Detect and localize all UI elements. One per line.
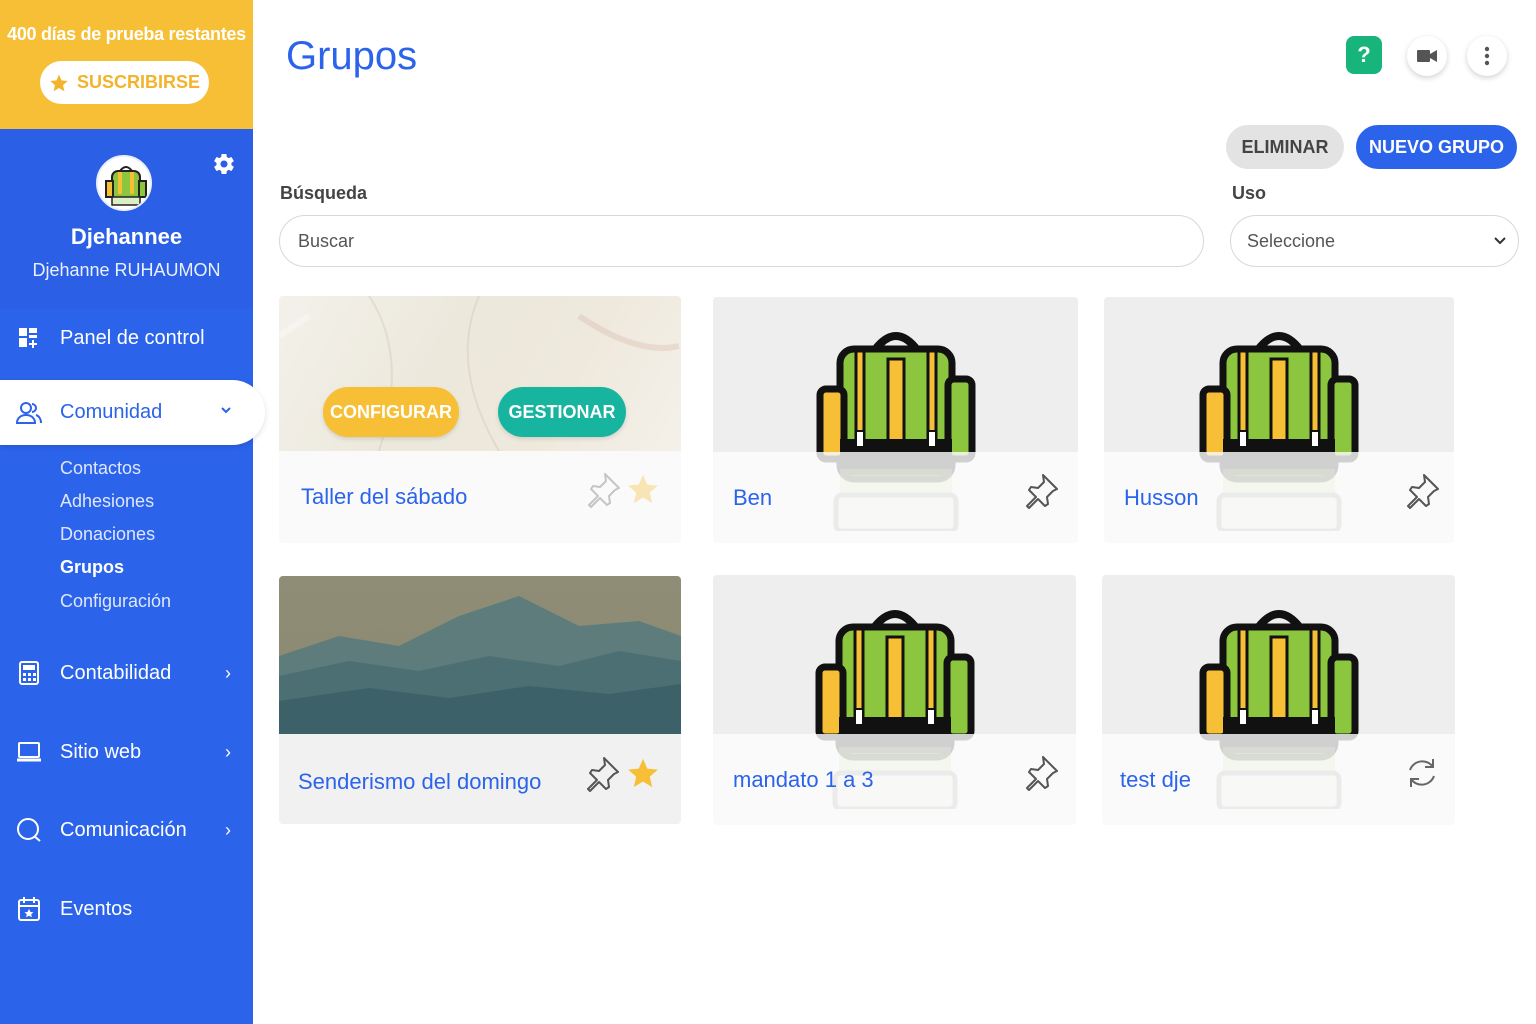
subnav-contactos[interactable]: Contactos [60,458,141,479]
users-icon [16,400,42,426]
pin-icon[interactable] [1021,753,1061,793]
nav-item-contabilidad[interactable]: Contabilidad › [0,645,253,701]
help-label: ? [1357,42,1371,67]
chevron-right-icon: › [225,741,231,762]
trial-banner: 400 días de prueba restantes SUSCRIBIRSE [0,0,253,129]
laptop-icon [16,739,42,765]
profile-name: Djehannee [70,224,183,249]
trial-message: 400 días de prueba restantes [7,24,246,44]
subnav-grupos[interactable]: Grupos [60,557,124,578]
nav-label-comunicacion: Comunicación [60,818,187,841]
nav-label-panel: Panel de control [60,326,205,349]
group-card[interactable]: CONFIGURAR GESTIONAR Taller del sábado [279,296,681,543]
manage-button[interactable]: GESTIONAR [498,387,626,437]
search-label: Búsqueda [280,183,368,203]
pin-icon[interactable] [1402,471,1442,511]
uso-select[interactable]: Seleccione [1230,215,1519,267]
uso-select-value: Seleccione [1247,230,1336,251]
group-card[interactable]: mandato 1 a 3 [713,575,1076,825]
group-card[interactable]: test dje [1102,575,1455,825]
sidebar: 400 días de prueba restantes SUSCRIBIRSE [0,0,265,1024]
nav-label-contabilidad: Contabilidad [60,661,172,684]
mountain-landscape-image [279,596,681,734]
subnav-adhesiones[interactable]: Adhesiones [60,491,154,512]
group-card-title: test dje [1120,767,1191,792]
dashboard-icon [16,325,42,351]
group-card[interactable]: Senderismo del domingo [279,576,681,824]
more-vertical-icon [1484,46,1490,66]
nav-label-comunidad: Comunidad [60,401,163,423]
group-card-title: Husson [1124,485,1199,510]
delete-button[interactable]: ELIMINAR [1226,125,1344,169]
subnav-donaciones[interactable]: Donaciones [60,524,155,545]
configure-button[interactable]: CONFIGURAR [323,387,459,437]
profile-full-name: Djehanne RUHAUMON [32,260,221,280]
calculator-icon [16,660,42,686]
star-favorite-icon[interactable] [626,756,660,790]
group-card-title: Senderismo del domingo [298,769,542,794]
nav-item-panel[interactable]: Panel de control [0,310,253,366]
pin-icon[interactable] [1021,471,1061,511]
avatar[interactable] [96,155,152,211]
new-group-button[interactable]: NUEVO GRUPO [1356,125,1517,169]
star-favorite-icon[interactable] [626,472,660,506]
nav-item-comunidad[interactable]: Comunidad [0,380,265,445]
group-card[interactable]: Ben [713,297,1078,543]
calendar-icon [16,896,42,922]
backpack-icon [98,157,150,209]
group-card-title: Ben [733,485,773,510]
pin-icon[interactable] [583,470,623,510]
subscribe-button[interactable]: SUSCRIBIRSE [40,61,209,104]
chevron-right-icon: › [225,662,231,683]
video-button[interactable] [1407,36,1447,76]
group-card[interactable]: Husson [1104,297,1454,543]
subscribe-label: SUSCRIBIRSE [76,72,201,92]
search-input[interactable] [279,215,1204,267]
group-card-title: Taller del sábado [301,484,468,509]
nav-item-comunicacion[interactable]: Comunicación › [0,802,253,858]
pin-icon[interactable] [582,754,622,794]
group-card-title: mandato 1 a 3 [733,767,874,792]
settings-gear-icon[interactable] [212,152,236,176]
video-camera-icon [1417,50,1437,62]
star-icon [50,74,68,91]
nav-item-sitio-web[interactable]: Sitio web › [0,724,253,780]
nav-label-eventos: Eventos [60,897,133,920]
more-options-button[interactable] [1467,36,1507,76]
chat-bubble-icon [16,817,42,843]
help-button[interactable]: ? [1346,36,1382,74]
chevron-right-icon: › [225,819,231,840]
refresh-icon[interactable] [1402,753,1442,793]
uso-label: Uso [1232,183,1267,203]
nav-label-sitio-web: Sitio web [60,740,142,763]
app-root: 400 días de prueba restantes SUSCRIBIRSE [0,0,1536,1024]
group-card-image [279,576,681,734]
profile-section: Djehannee Djehanne RUHAUMON [0,129,253,309]
page-title: Grupos [286,34,418,78]
subnav-configuracion[interactable]: Configuración [60,591,171,612]
chevron-down-icon [219,400,233,423]
nav-item-eventos[interactable]: Eventos [0,881,253,937]
chevron-down-icon [1492,232,1508,253]
